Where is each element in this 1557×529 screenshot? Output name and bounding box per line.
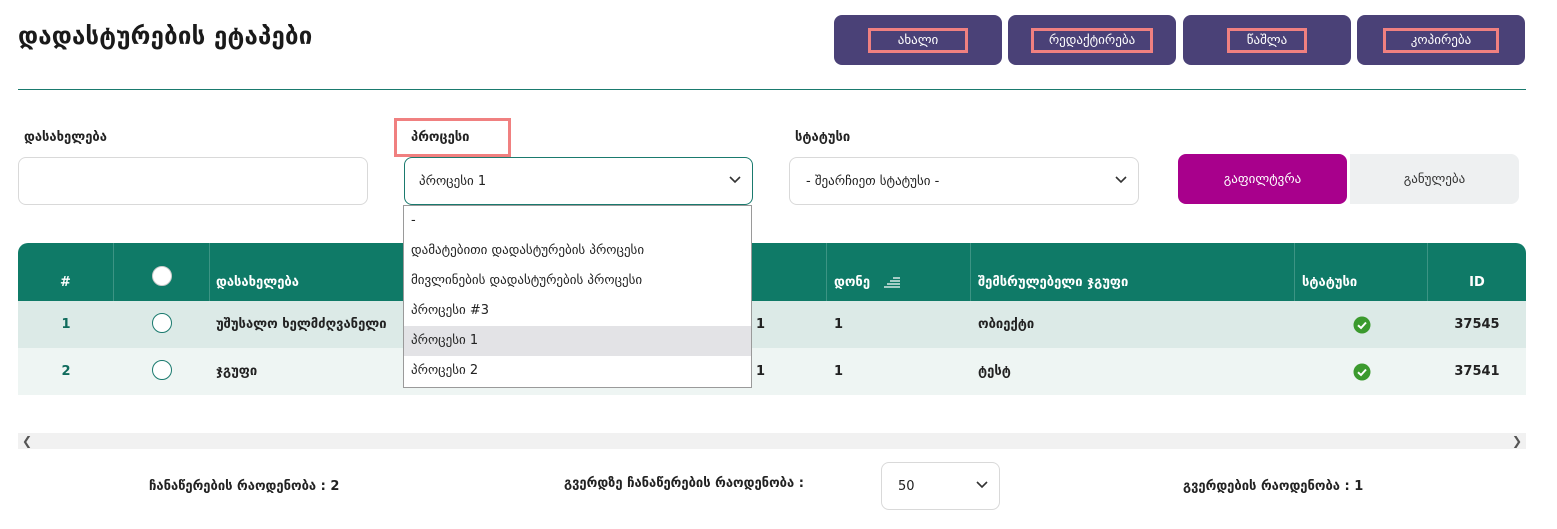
process-select-value: პროცესი 1	[419, 174, 487, 189]
row-id: 37545	[1454, 317, 1500, 332]
row-id: 37541	[1454, 364, 1500, 379]
process-option[interactable]: პროცესი 2	[404, 356, 751, 386]
status-select[interactable]: - შეარჩიეთ სტატუსი -	[789, 157, 1139, 205]
scroll-right-icon[interactable]: ❯	[1512, 434, 1522, 448]
row-level: 1	[834, 317, 844, 332]
process-dropdown-list: - დამატებითი დადასტურების პროცესი მივლინ…	[403, 205, 752, 388]
header-divider	[18, 89, 1526, 90]
name-filter-label: დასახელება	[24, 130, 107, 145]
row-radio[interactable]	[152, 312, 172, 333]
table-row[interactable]: 1 უშუსალო ხელმძღვანელი 1 1 ობიექტი 37545	[18, 301, 1526, 348]
per-page-value: 50	[898, 479, 915, 494]
row-num: 2	[61, 364, 71, 379]
per-page-select[interactable]: 50	[881, 462, 1000, 510]
col-group[interactable]: შემსრულებელი ჯგუფი	[971, 243, 1295, 301]
row-count: 1	[756, 317, 766, 332]
reset-button[interactable]: განულება	[1350, 154, 1519, 204]
row-status	[1295, 301, 1428, 348]
name-filter-input[interactable]	[18, 157, 368, 205]
process-filter-label: პროცესი	[394, 118, 511, 157]
edit-button[interactable]: რედაქტირება	[1008, 15, 1176, 65]
copy-button[interactable]: კოპირება	[1357, 15, 1525, 65]
sort-icon[interactable]	[884, 276, 901, 288]
process-option[interactable]: დამატებითი დადასტურების პროცესი	[404, 236, 751, 266]
stages-table: # დასახელება დონე შემსრულებელი ჯგუფი სტა…	[18, 243, 1526, 395]
check-circle-icon	[1353, 316, 1370, 333]
row-group: ტესტ	[978, 364, 1011, 379]
process-option[interactable]: -	[404, 206, 751, 236]
pages-count-label: გვერდების რაოდენობა : 1	[1183, 479, 1364, 494]
select-all-radio[interactable]	[151, 266, 172, 286]
process-option[interactable]: მივლინების დადასტურების პროცესი	[404, 266, 751, 296]
col-id[interactable]: ID	[1428, 243, 1526, 301]
chevron-down-icon	[1115, 176, 1127, 184]
horizontal-scrollbar[interactable]: ❮ ❯	[18, 433, 1526, 449]
page: დადასტურების ეტაპები ახალი რედაქტირება წ…	[0, 0, 1557, 529]
check-circle-icon	[1353, 363, 1370, 380]
row-status	[1295, 348, 1428, 395]
delete-button[interactable]: წაშლა	[1183, 15, 1351, 65]
row-select-cell	[114, 348, 210, 395]
status-select-value: - შეარჩიეთ სტატუსი -	[806, 174, 940, 189]
process-option-selected[interactable]: პროცესი 1	[404, 326, 751, 356]
table-row[interactable]: 2 ჯგუფი 1 1 ტესტ 37541	[18, 348, 1526, 395]
per-page-label: გვერდზე ჩანაწერების რაოდენობა :	[564, 476, 804, 491]
scroll-left-icon[interactable]: ❮	[22, 434, 32, 448]
chevron-down-icon	[976, 481, 988, 489]
new-button[interactable]: ახალი	[834, 15, 1002, 65]
total-records-label: ჩანაწერების რაოდენობა : 2	[149, 479, 340, 494]
table-header: # დასახელება დონე შემსრულებელი ჯგუფი სტა…	[18, 243, 1526, 301]
filter-button[interactable]: გაფილტვრა	[1178, 154, 1347, 204]
col-select	[114, 243, 210, 301]
row-group: ობიექტი	[978, 317, 1035, 332]
col-status[interactable]: სტატუსი	[1295, 243, 1428, 301]
process-select[interactable]: პროცესი 1	[404, 157, 753, 205]
row-level: 1	[834, 364, 844, 379]
chevron-down-icon	[729, 176, 741, 184]
col-level[interactable]: დონე	[827, 243, 971, 301]
status-filter-label: სტატუსი	[795, 130, 851, 145]
page-title: დადასტურების ეტაპები	[18, 22, 313, 50]
row-select-cell	[114, 301, 210, 348]
col-level-label: დონე	[834, 274, 871, 290]
row-count: 1	[756, 364, 766, 379]
row-num: 1	[61, 317, 71, 332]
row-radio[interactable]	[152, 359, 172, 380]
copy-button-label: კოპირება	[1383, 27, 1499, 53]
process-option[interactable]: პროცესი #3	[404, 296, 751, 326]
delete-button-label: წაშლა	[1227, 27, 1307, 53]
new-button-label: ახალი	[868, 27, 968, 53]
col-num[interactable]: #	[18, 243, 114, 301]
edit-button-label: რედაქტირება	[1031, 27, 1153, 53]
